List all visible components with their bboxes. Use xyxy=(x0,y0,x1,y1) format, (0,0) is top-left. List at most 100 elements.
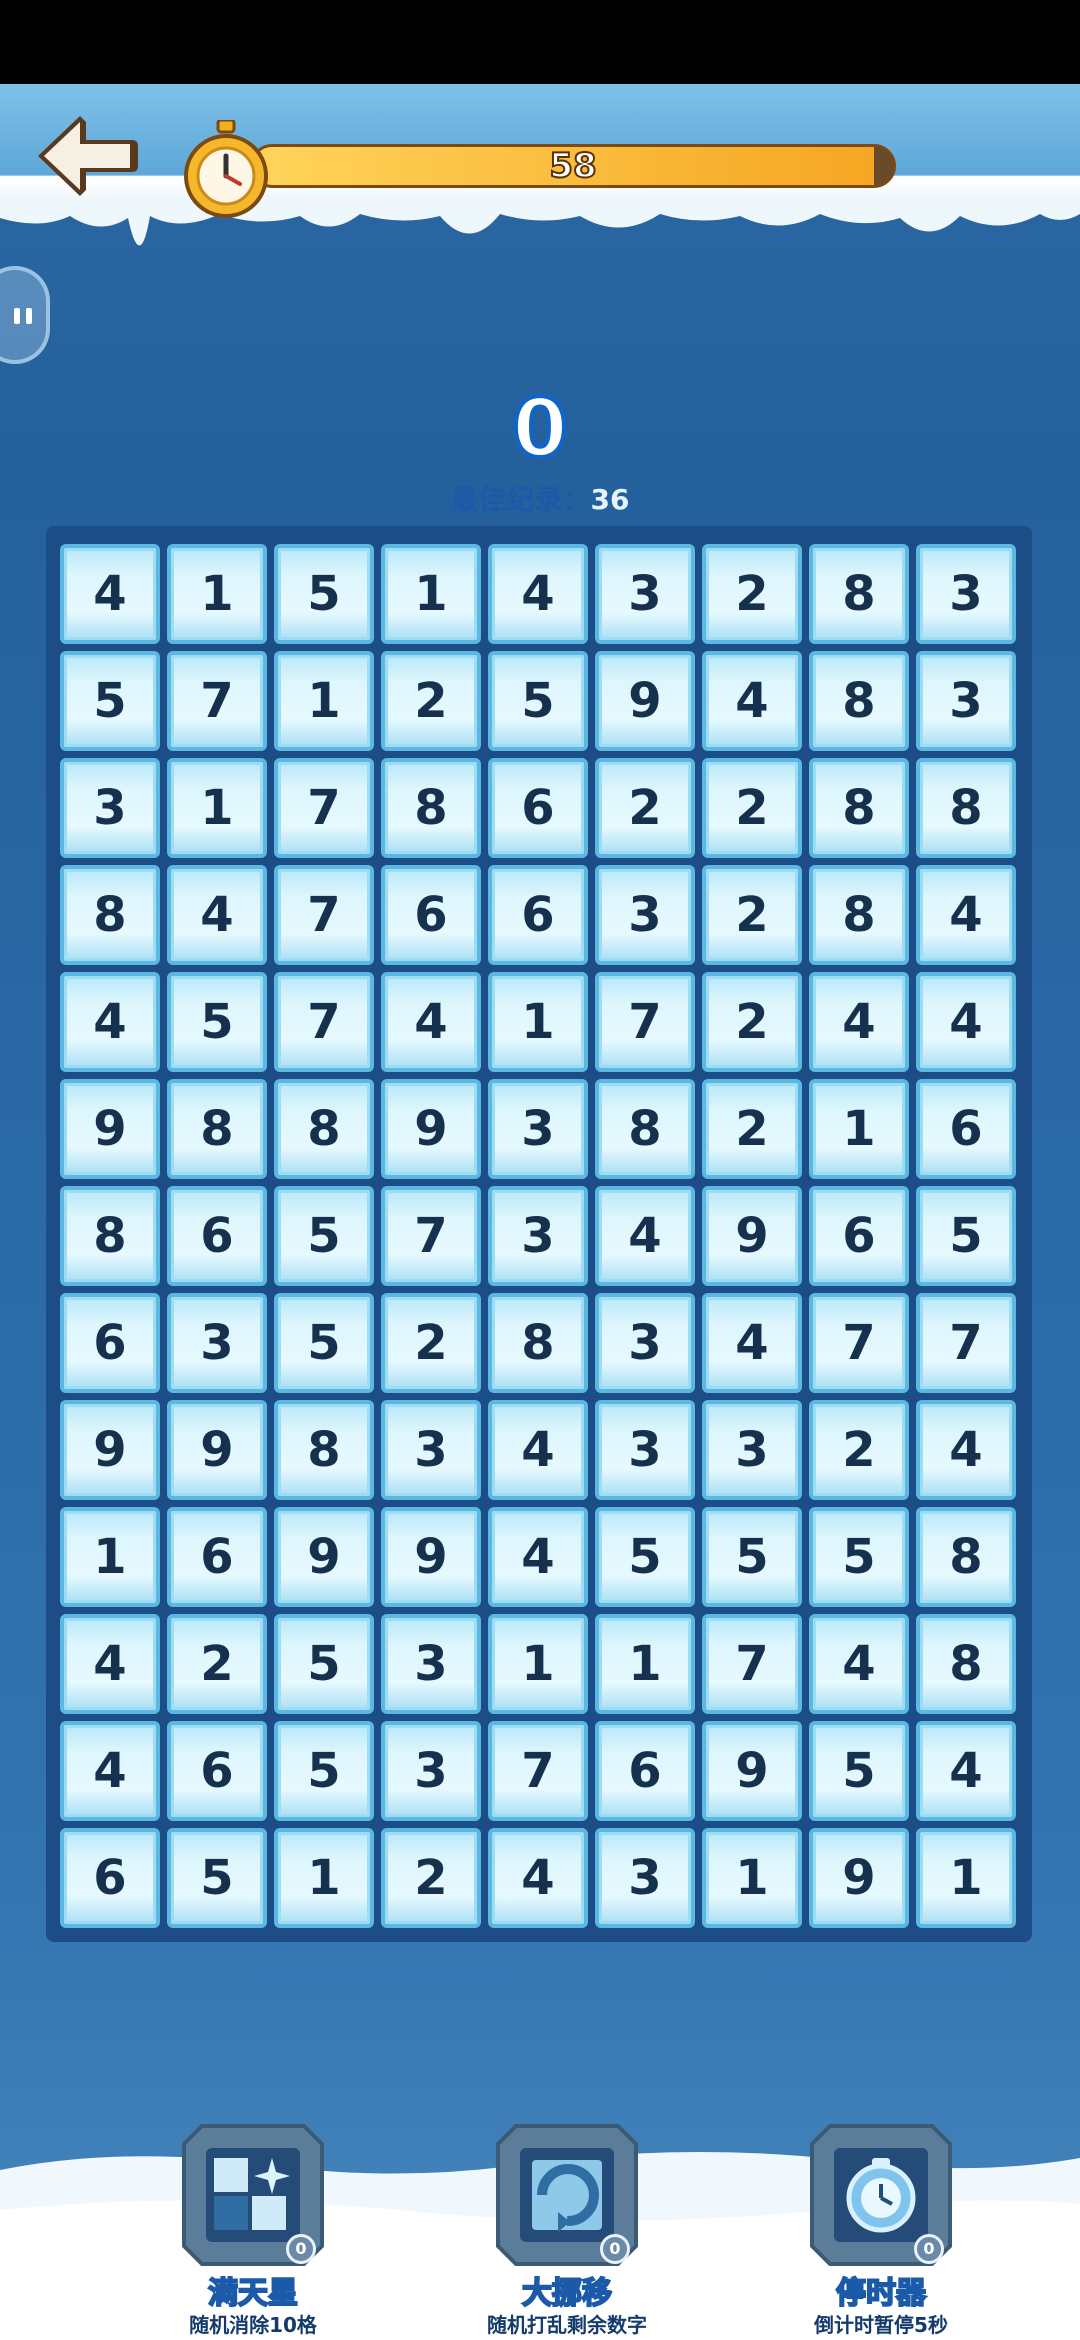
number-tile[interactable]: 9 xyxy=(167,1400,267,1500)
number-tile[interactable]: 3 xyxy=(595,1293,695,1393)
number-tile[interactable]: 3 xyxy=(381,1614,481,1714)
number-tile[interactable]: 7 xyxy=(488,1721,588,1821)
number-tile[interactable]: 2 xyxy=(702,758,802,858)
number-tile[interactable]: 7 xyxy=(916,1293,1016,1393)
number-tile[interactable]: 3 xyxy=(381,1721,481,1821)
number-tile[interactable]: 4 xyxy=(916,1400,1016,1500)
number-tile[interactable]: 1 xyxy=(809,1079,909,1179)
number-tile[interactable]: 9 xyxy=(702,1721,802,1821)
number-tile[interactable]: 1 xyxy=(381,544,481,644)
number-tile[interactable]: 1 xyxy=(274,1828,374,1928)
number-tile[interactable]: 9 xyxy=(809,1828,909,1928)
number-tile[interactable]: 4 xyxy=(488,1828,588,1928)
number-tile[interactable]: 5 xyxy=(167,972,267,1072)
number-tile[interactable]: 6 xyxy=(60,1828,160,1928)
number-tile[interactable]: 3 xyxy=(702,1400,802,1500)
number-tile[interactable]: 2 xyxy=(702,1079,802,1179)
number-tile[interactable]: 2 xyxy=(702,544,802,644)
number-tile[interactable]: 1 xyxy=(488,972,588,1072)
number-tile[interactable]: 7 xyxy=(167,651,267,751)
number-tile[interactable]: 7 xyxy=(702,1614,802,1714)
number-tile[interactable]: 8 xyxy=(167,1079,267,1179)
number-tile[interactable]: 5 xyxy=(595,1507,695,1607)
number-tile[interactable]: 3 xyxy=(595,1400,695,1500)
number-tile[interactable]: 2 xyxy=(702,865,802,965)
number-tile[interactable]: 4 xyxy=(488,544,588,644)
number-tile[interactable]: 5 xyxy=(916,1186,1016,1286)
number-tile[interactable]: 6 xyxy=(916,1079,1016,1179)
number-tile[interactable]: 6 xyxy=(60,1293,160,1393)
powerup-shuffle[interactable]: 0 大挪移 随机打乱剩余数字 xyxy=(454,2118,654,2340)
number-tile[interactable]: 6 xyxy=(381,865,481,965)
number-tile[interactable]: 8 xyxy=(274,1400,374,1500)
number-tile[interactable]: 5 xyxy=(274,544,374,644)
number-tile[interactable]: 1 xyxy=(595,1614,695,1714)
number-tile[interactable]: 4 xyxy=(60,544,160,644)
number-tile[interactable]: 4 xyxy=(809,1614,909,1714)
number-tile[interactable]: 5 xyxy=(809,1721,909,1821)
powerup-timestop[interactable]: 0 停时器 倒计时暂停5秒 xyxy=(768,2118,968,2340)
number-tile[interactable]: 4 xyxy=(916,1721,1016,1821)
number-tile[interactable]: 9 xyxy=(381,1507,481,1607)
number-tile[interactable]: 3 xyxy=(595,865,695,965)
number-tile[interactable]: 7 xyxy=(595,972,695,1072)
number-tile[interactable]: 7 xyxy=(274,865,374,965)
number-tile[interactable]: 1 xyxy=(60,1507,160,1607)
number-tile[interactable]: 9 xyxy=(595,651,695,751)
number-tile[interactable]: 2 xyxy=(809,1400,909,1500)
number-tile[interactable]: 2 xyxy=(381,1828,481,1928)
number-tile[interactable]: 4 xyxy=(916,972,1016,1072)
number-tile[interactable]: 5 xyxy=(274,1293,374,1393)
number-tile[interactable]: 3 xyxy=(60,758,160,858)
number-tile[interactable]: 8 xyxy=(916,758,1016,858)
number-tile[interactable]: 9 xyxy=(381,1079,481,1179)
number-tile[interactable]: 5 xyxy=(488,651,588,751)
number-tile[interactable]: 7 xyxy=(381,1186,481,1286)
number-tile[interactable]: 7 xyxy=(274,972,374,1072)
number-tile[interactable]: 4 xyxy=(809,972,909,1072)
number-tile[interactable]: 2 xyxy=(381,1293,481,1393)
number-tile[interactable]: 6 xyxy=(167,1721,267,1821)
number-tile[interactable]: 4 xyxy=(595,1186,695,1286)
number-tile[interactable]: 9 xyxy=(274,1507,374,1607)
number-tile[interactable]: 9 xyxy=(702,1186,802,1286)
number-tile[interactable]: 6 xyxy=(167,1186,267,1286)
number-tile[interactable]: 7 xyxy=(274,758,374,858)
number-tile[interactable]: 4 xyxy=(488,1400,588,1500)
number-tile[interactable]: 7 xyxy=(809,1293,909,1393)
number-tile[interactable]: 5 xyxy=(167,1828,267,1928)
number-tile[interactable]: 4 xyxy=(488,1507,588,1607)
number-tile[interactable]: 6 xyxy=(809,1186,909,1286)
number-tile[interactable]: 5 xyxy=(60,651,160,751)
number-tile[interactable]: 8 xyxy=(274,1079,374,1179)
back-arrow-icon[interactable] xyxy=(32,108,140,204)
number-tile[interactable]: 6 xyxy=(488,865,588,965)
number-tile[interactable]: 1 xyxy=(167,758,267,858)
number-tile[interactable]: 5 xyxy=(274,1614,374,1714)
number-tile[interactable]: 8 xyxy=(916,1614,1016,1714)
number-tile[interactable]: 1 xyxy=(274,651,374,751)
number-tile[interactable]: 9 xyxy=(60,1400,160,1500)
number-tile[interactable]: 3 xyxy=(488,1186,588,1286)
number-tile[interactable]: 3 xyxy=(916,544,1016,644)
number-tile[interactable]: 2 xyxy=(381,651,481,751)
number-tile[interactable]: 8 xyxy=(809,865,909,965)
number-tile[interactable]: 5 xyxy=(809,1507,909,1607)
number-tile[interactable]: 1 xyxy=(167,544,267,644)
number-tile[interactable]: 3 xyxy=(595,544,695,644)
number-tile[interactable]: 5 xyxy=(274,1186,374,1286)
number-tile[interactable]: 4 xyxy=(381,972,481,1072)
number-tile[interactable]: 1 xyxy=(702,1828,802,1928)
number-tile[interactable]: 3 xyxy=(488,1079,588,1179)
number-tile[interactable]: 9 xyxy=(60,1079,160,1179)
number-tile[interactable]: 5 xyxy=(274,1721,374,1821)
number-tile[interactable]: 4 xyxy=(60,1614,160,1714)
number-tile[interactable]: 3 xyxy=(381,1400,481,1500)
number-tile[interactable]: 3 xyxy=(916,651,1016,751)
number-tile[interactable]: 8 xyxy=(809,651,909,751)
number-tile[interactable]: 4 xyxy=(60,972,160,1072)
powerup-star[interactable]: 0 满天星 随机消除10格 xyxy=(140,2118,340,2340)
number-tile[interactable]: 8 xyxy=(916,1507,1016,1607)
number-tile[interactable]: 2 xyxy=(702,972,802,1072)
number-tile[interactable]: 8 xyxy=(60,865,160,965)
